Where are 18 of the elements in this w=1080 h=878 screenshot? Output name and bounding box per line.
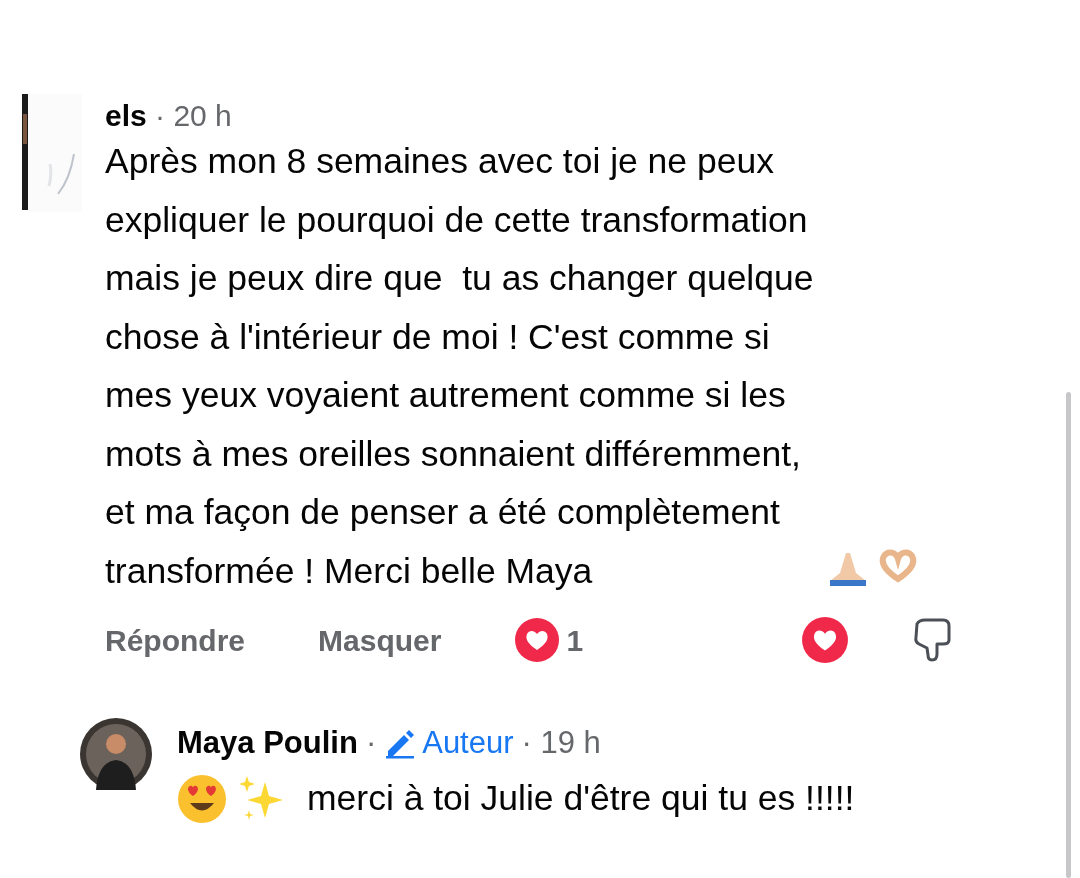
avatar [80,718,152,790]
author-name[interactable]: Maya Poulin [177,719,358,767]
pencil-icon [384,727,417,759]
reply-link[interactable]: Répondre [105,617,245,663]
heart-button[interactable] [801,616,850,664]
reaction-count: 1 [566,622,584,659]
heart-eyes-emoji-icon [177,773,227,824]
author-label: Auteur [422,723,514,762]
timestamp: · 20 h [155,99,232,132]
timestamp: · 19 h [521,723,601,762]
heart-hands-icon [877,548,918,583]
author-name[interactable]: els [105,99,147,132]
reply-text: merci à toi Julie d'être qui tu es !!!!! [307,777,855,820]
dislike-icon[interactable] [913,618,952,662]
hide-link[interactable]: Masquer [318,617,442,663]
separator: · [365,723,377,762]
scrollbar[interactable] [1066,392,1071,878]
comment-text: Après mon 8 semaines avec toi je ne peux expliquer le pourquoi de cette transformation mais je peux dire que tu as changer quelque chose à l'intérieur de moi ! C'est comme si mes yeux voyaient autrement comme si les mots à mes oreilles sonnaient différemment, et ma façon de penser a été complètement transformée ! Merci belle Maya [105,140,814,593]
